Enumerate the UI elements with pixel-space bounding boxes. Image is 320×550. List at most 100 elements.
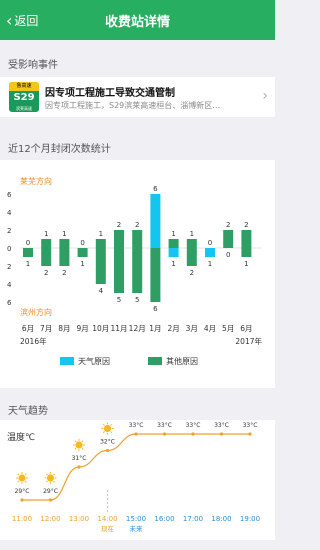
lower-total-label: 2 [62,269,66,277]
temperature-value: 29°C [15,488,30,495]
lower-total-label: 2 [44,269,48,277]
sun-icon-ray [81,447,84,450]
weather-card: 温度℃ 29°C 11:00 29°C 12:00 31°C 13:00 32°C 14:00 现… [0,406,275,540]
temperature-axis-label: 温度℃ [7,431,35,443]
time-sub-label: 现在 [101,524,115,533]
sun-icon-ray [53,473,56,476]
sun-icon-ray [53,480,56,483]
y-tick-label: 4 [7,281,12,289]
sun-icon-ray [24,473,27,476]
temperature-value: 33°C [186,422,201,429]
temperature-point [77,465,81,469]
temperature-value: 33°C [157,422,172,429]
bar-weather-lower [205,248,215,257]
upper-total-label: 0 [80,239,84,247]
time-label: 18:00 [211,515,231,523]
y-tick-label: 2 [7,227,11,235]
upper-total-label: 2 [226,221,230,229]
closure-chart-card: 6 4 2 0 2 4 6 莱芜方向 滨州方向 0 1 6月 1 2 7月 1 2 8月 0 1 9月 1 4 10月 2 5 11… [0,160,275,388]
upper-total-label: 1 [44,230,48,238]
highway-badge-icon: 鲁高速 S29 滨莱高速 [9,82,39,112]
bar-other-upper [41,239,52,248]
lower-total-label: 1 [244,260,248,268]
time-label: 14:00 [97,515,117,523]
weather-trend-heading: 天气趋势 [8,406,48,417]
y-tick-label: 0 [7,245,11,253]
bar-other-lower [23,248,33,257]
temperature-point [105,448,110,453]
y-tick-label: 6 [7,191,12,199]
event-item[interactable]: 鲁高速 S29 滨莱高速 因专项工程施工导致交通管制 因专项工程施工，S29滨莱… [0,77,275,117]
time-label: 15:00 [126,515,146,523]
event-description: 因专项工程施工，S29滨莱高速桓台、淄博新区… [45,101,221,110]
x-tick-label: 10月 [92,324,109,333]
time-label: 11:00 [12,515,32,523]
y-tick-label: 2 [7,263,11,271]
lower-total-label: 5 [117,296,121,304]
x-tick-label: 3月 [186,324,198,333]
sun-icon-ray [45,480,48,483]
temperature-point [191,432,195,436]
bar-other-upper [168,239,179,248]
temperature-value: 33°C [214,422,229,429]
x-tick-label: 9月 [76,324,88,333]
nav-bar: ‹ 返回 收费站详情 [0,0,275,40]
temperature-value: 29°C [43,488,58,495]
bar-other-upper [223,230,234,248]
bar-other-lower [95,248,106,284]
time-label: 17:00 [183,515,203,523]
upper-total-label: 2 [135,221,139,229]
bar-other-lower [150,248,161,302]
upper-total-label: 6 [153,185,158,193]
time-label: 12:00 [40,515,60,523]
affected-events-heading: 受影响事件 [8,60,58,71]
sun-icon-ray [17,473,20,476]
time-label: 13:00 [69,515,89,523]
chevron-right-icon: › [262,88,268,104]
upper-total-label: 0 [208,239,212,247]
sun-icon-ray [74,440,77,443]
y-tick-label: 6 [7,299,12,307]
weather-chart: 温度℃ 29°C 11:00 29°C 12:00 31°C 13:00 32°C 14:00现… [7,406,260,533]
lower-total-label: 1 [80,260,84,268]
legend-label-other: 其他原因 [166,357,198,366]
upper-total-label: 1 [190,230,194,238]
bar-other-lower [186,248,197,266]
event-title: 因专项工程施工导致交通管制 [45,88,175,99]
time-label: 19:00 [240,515,260,523]
x-tick-label: 12月 [129,324,146,333]
temperature-point [248,432,252,436]
page-title: 收费站详情 [104,15,170,30]
bar-other-lower [241,248,252,257]
x-tick-label: 4月 [204,324,216,333]
bar-weather-upper [150,194,161,248]
sun-icon-ray [110,431,113,434]
bar-other-lower [132,248,143,293]
bar-other-lower [114,248,124,293]
lower-total-label: 5 [135,296,139,304]
badge-name: 滨莱高速 [16,106,32,111]
x-tick-label: 6月 [22,324,34,333]
bar-other-upper [59,239,70,248]
lower-direction-label: 滨州方向 [20,307,52,317]
bar-other-upper [114,230,124,248]
temperature-value: 31°C [72,455,87,462]
bar-other-upper [95,239,106,248]
temperature-point [134,432,138,436]
lower-total-label: 1 [26,260,30,268]
sun-icon-ray [81,440,84,443]
upper-total-label: 0 [26,239,30,247]
bar-weather-lower [168,248,179,257]
x-tick-label: 2月 [167,324,179,333]
bar-other-upper [241,230,252,248]
legend-swatch-weather [60,357,74,365]
bar-other-lower [59,248,70,266]
sun-icon [75,441,83,449]
x-tick-label: 11月 [110,324,127,333]
year-label-end: 2017年 [235,336,262,346]
lower-total-label: 1 [171,260,175,268]
upper-total-label: 2 [244,221,248,229]
bar-other-lower [77,248,88,257]
temperature-point [219,432,224,436]
sun-icon [18,474,26,482]
